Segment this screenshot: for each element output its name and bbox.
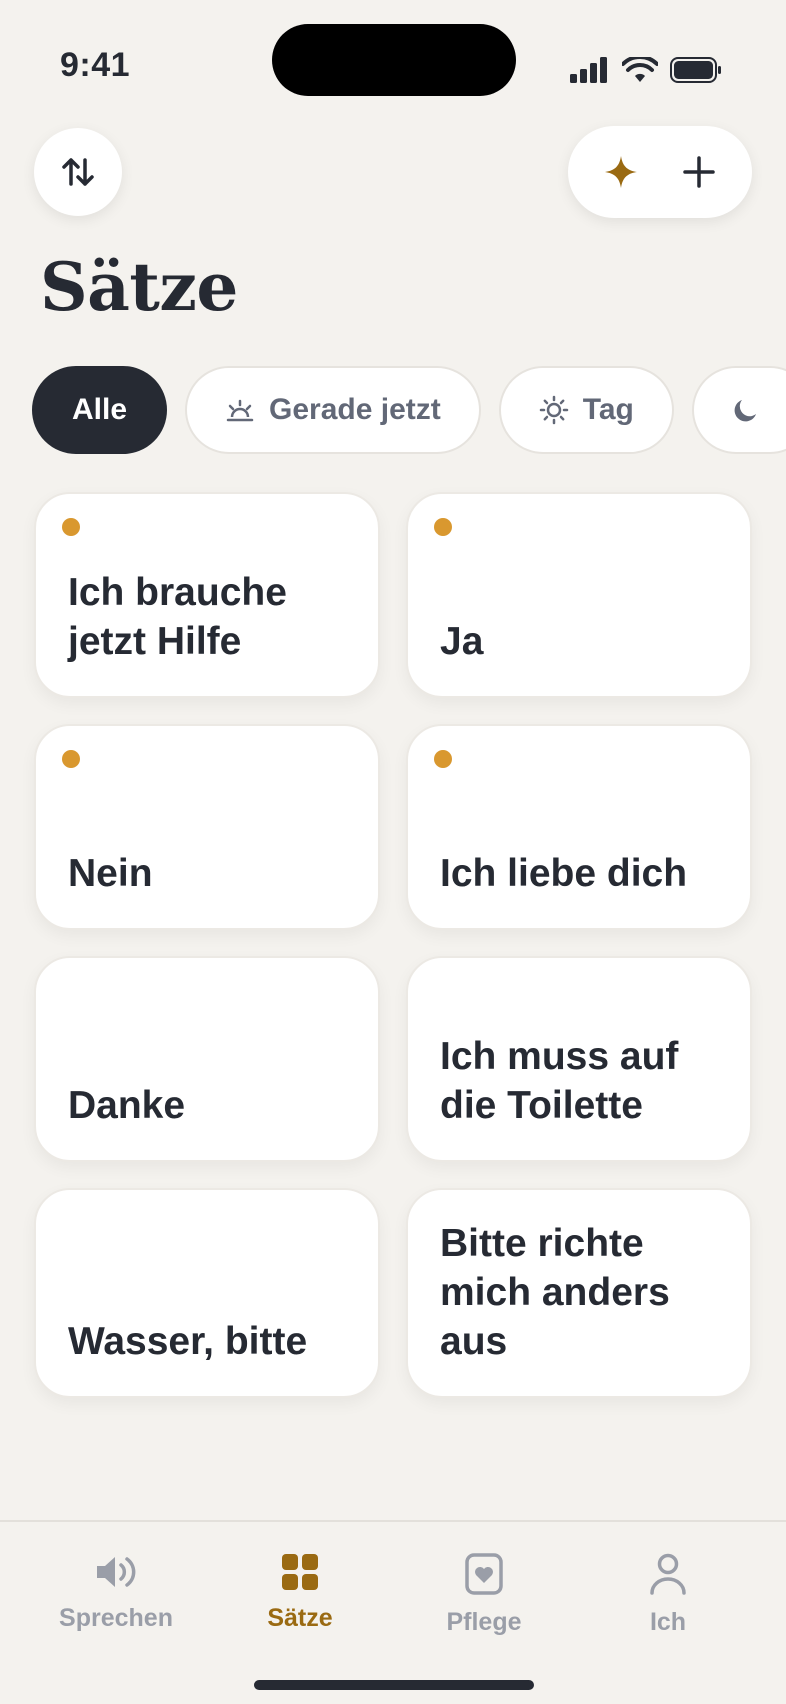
phrase-text: Danke [68,1084,186,1127]
plus-icon [683,156,715,188]
filter-chip-all[interactable]: Alle [32,366,168,454]
phrase-text: Ich liebe dich [440,852,688,895]
tab-ich[interactable]: Ich [576,1552,760,1637]
tab-bar: Sprechen Sätze Pflege Ich [0,1520,786,1704]
page-title: Sätze [40,248,238,326]
tab-saetze[interactable]: Sätze [208,1552,392,1637]
tab-pflege[interactable]: Pflege [392,1552,576,1637]
phrase-text: Ich brauche jetzt Hilfe [68,571,287,663]
filter-chip-night[interactable] [691,366,786,454]
sort-arrows-icon [62,158,94,186]
sunrise-icon [225,397,255,423]
tab-label: Sätze [267,1604,333,1632]
grid-icon [282,1554,318,1590]
person-icon [650,1553,686,1595]
header-actions [568,126,752,218]
phrase-card[interactable]: Ich muss auf die Toilette [406,956,752,1162]
phrase-card[interactable]: Ich brauche jetzt Hilfe [34,492,380,698]
wifi-icon [622,57,658,82]
favorite-dot [62,750,80,768]
sparkle-icon [605,156,637,188]
tab-label: Sprechen [59,1604,173,1632]
status-time: 9:41 [60,46,131,84]
favorite-dot [434,750,452,768]
favorite-dot [62,518,80,536]
filter-chip-label: Gerade jetzt [269,393,441,426]
speaker-icon [97,1557,136,1587]
cellular-signal-icon [570,57,607,83]
phrase-grid: Ich brauche jetzt Hilfe Ja Nein Ich lieb… [34,492,752,1398]
phrase-card[interactable]: Ich liebe dich [406,724,752,930]
phrase-text: Ja [440,620,484,663]
phrase-text: Wasser, bitte [68,1320,308,1363]
home-indicator [254,1680,534,1690]
phrase-card[interactable]: Danke [34,956,380,1162]
tab-label: Pflege [446,1608,522,1636]
battery-icon [670,57,721,83]
phrase-text: Ich muss auf die Toilette [440,1035,679,1127]
filter-chip-day[interactable]: Tag [498,366,674,454]
favorite-dot [434,518,452,536]
moon-icon [732,396,760,424]
filter-chips: Alle Gerade jetzt Tag [32,366,786,458]
sun-icon [539,395,569,425]
phrase-card[interactable]: Ja [406,492,752,698]
ai-suggest-button[interactable] [589,140,653,204]
dynamic-island [272,24,516,96]
phrase-text: Nein [68,852,153,895]
add-phrase-button[interactable] [667,140,731,204]
phrase-card[interactable]: Nein [34,724,380,930]
phrase-text: Bitte richte mich anders aus [440,1222,670,1363]
filter-chip-label: Tag [582,393,634,426]
heart-card-icon [465,1553,503,1595]
status-icons [570,56,722,84]
tab-sprechen[interactable]: Sprechen [24,1552,208,1637]
filter-chip-now[interactable]: Gerade jetzt [185,366,481,454]
filter-chip-label: Alle [72,393,128,426]
tab-label: Ich [649,1608,687,1636]
phrase-card[interactable]: Bitte richte mich anders aus [406,1188,752,1398]
phrase-card[interactable]: Wasser, bitte [34,1188,380,1398]
sort-button[interactable] [34,128,122,216]
